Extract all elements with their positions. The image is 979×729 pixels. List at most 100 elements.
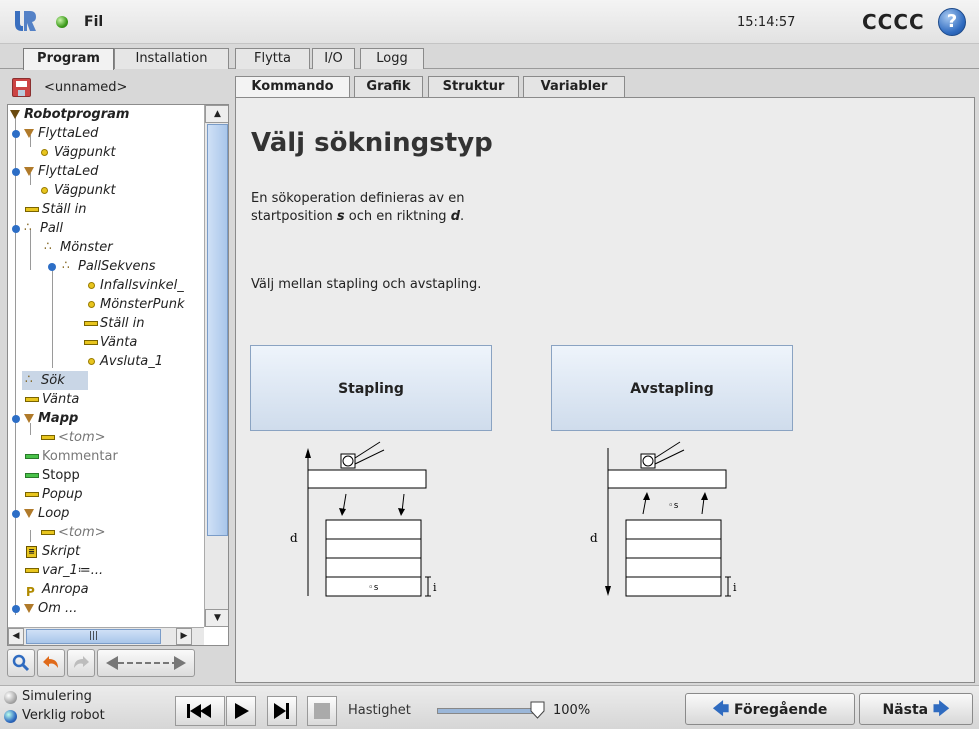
bottom-bar: Simulering Verklig robot Hastighet 100% … — [0, 685, 979, 729]
tab-struktur[interactable]: Struktur — [428, 76, 519, 98]
status-dot-icon — [56, 16, 68, 28]
expand-node-icon[interactable] — [12, 225, 20, 233]
comment-bar-icon — [25, 454, 39, 459]
choose-text: Välj mellan stapling och avstapling. — [251, 277, 482, 292]
search-icon[interactable] — [7, 649, 35, 677]
scroll-down-arrow-icon[interactable]: ▼ — [205, 609, 228, 627]
arrow-left-icon: 🡄 — [712, 699, 730, 718]
unstack-i-label: i — [733, 581, 737, 594]
call-flag-icon: P — [26, 585, 35, 599]
set-bar-icon — [41, 530, 55, 535]
radio-unselected-icon[interactable] — [4, 691, 17, 704]
undo-icon[interactable] — [37, 649, 65, 677]
redo-icon[interactable] — [67, 649, 95, 677]
description-text: En sökoperation definieras av en startpo… — [251, 191, 465, 224]
speed-slider-knob[interactable] — [530, 701, 545, 719]
tab-program[interactable]: Program — [23, 48, 114, 70]
sub-tabs: Kommando Grafik Struktur Variabler — [235, 76, 975, 98]
set-bar-icon — [84, 340, 98, 345]
set-bar-icon — [25, 207, 39, 212]
mode-simulation[interactable]: Simulering — [4, 689, 92, 704]
folder-triangle-icon — [24, 414, 34, 423]
tree-toolbar — [7, 649, 229, 679]
unstack-d-label: d — [590, 531, 598, 545]
tree-vertical-scrollbar[interactable]: ▲ ▼ — [204, 105, 228, 627]
command-panel: Välj sökningstyp En sökoperation definie… — [235, 97, 975, 683]
stack-d-label: d — [290, 531, 298, 545]
unstacking-diagram: d ◦s i — [590, 441, 737, 597]
stack-i-label: i — [433, 581, 437, 594]
expand-node-icon[interactable] — [12, 510, 20, 518]
stop-button[interactable] — [307, 696, 337, 726]
expand-node-icon[interactable] — [12, 605, 20, 613]
ur-logo-icon — [15, 11, 36, 31]
mode-real-robot[interactable]: Verklig robot — [4, 708, 105, 723]
set-bar-icon — [41, 435, 55, 440]
expand-node-icon[interactable] — [12, 168, 20, 176]
expand-node-icon[interactable] — [12, 130, 20, 138]
set-bar-icon — [25, 568, 39, 573]
horizontal-scroll-thumb[interactable]: ||| — [26, 629, 161, 644]
play-button[interactable] — [226, 696, 256, 726]
set-bar-icon — [84, 321, 98, 326]
tree-horizontal-scrollbar[interactable]: ◀ ||| ▶ — [8, 627, 204, 645]
waypoint-dot-icon — [41, 187, 48, 194]
move-triangle-icon — [24, 167, 34, 176]
pallet-dots-icon: ∴ — [44, 239, 52, 253]
tab-io[interactable]: I/O — [312, 48, 355, 69]
scroll-thumb[interactable] — [207, 124, 228, 536]
expand-node-icon[interactable] — [48, 263, 56, 271]
waypoint-dot-icon — [41, 149, 48, 156]
stop-bar-icon — [25, 473, 39, 478]
tab-grafik[interactable]: Grafik — [354, 76, 423, 98]
program-file-bar: <unnamed> — [8, 75, 228, 101]
step-button[interactable] — [267, 696, 297, 726]
tab-installation[interactable]: Installation — [114, 48, 229, 69]
set-bar-icon — [25, 397, 39, 402]
pallet-dots-icon: ∴ — [25, 372, 33, 386]
speed-slider-fill — [438, 709, 536, 713]
unstack-s-label: ◦s — [668, 501, 679, 511]
script-square-icon: ≡ — [26, 546, 37, 558]
page-title: Välj sökningstyp — [251, 128, 493, 158]
stack-button[interactable]: Stapling — [250, 345, 492, 431]
unstack-button[interactable]: Avstapling — [551, 345, 793, 431]
stack-s-label: ◦s — [368, 583, 379, 593]
next-button[interactable]: Nästa 🡆 — [859, 693, 973, 725]
collapse-triangle-icon — [10, 110, 20, 119]
skip-back-button[interactable] — [175, 696, 225, 726]
tab-kommando[interactable]: Kommando — [235, 76, 350, 98]
scroll-right-arrow-icon[interactable]: ▶ — [176, 628, 192, 645]
loop-triangle-icon — [24, 509, 34, 518]
pallet-dots-icon: ∴ — [62, 258, 70, 272]
tab-flytta[interactable]: Flytta — [235, 48, 310, 69]
help-icon[interactable]: ? — [938, 8, 966, 36]
waypoint-dot-icon — [88, 301, 95, 308]
previous-button[interactable]: 🡄 Föregående — [685, 693, 855, 725]
scroll-left-arrow-icon[interactable]: ◀ — [8, 628, 24, 645]
program-filename: <unnamed> — [44, 80, 128, 95]
move-arrows-icon[interactable] — [97, 649, 195, 677]
tab-logg[interactable]: Logg — [360, 48, 424, 69]
if-triangle-icon — [24, 604, 34, 613]
speed-slider[interactable] — [437, 708, 537, 714]
arrow-right-icon: 🡆 — [932, 699, 950, 718]
waypoint-dot-icon — [88, 358, 95, 365]
tree-item-sok[interactable]: ∴ Sök — [8, 371, 204, 390]
save-icon[interactable] — [12, 78, 31, 97]
speed-value: 100% — [553, 703, 591, 718]
main-tabs: Program Installation Flytta I/O Logg — [0, 44, 979, 70]
set-bar-icon — [25, 492, 39, 497]
tab-variabler[interactable]: Variabler — [523, 76, 625, 98]
expand-node-icon[interactable] — [12, 415, 20, 423]
stacking-diagram: d ◦s i — [290, 441, 437, 597]
scroll-up-arrow-icon[interactable]: ▲ — [205, 105, 228, 123]
top-bar: Fil 15:14:57 CCCC ? — [0, 0, 979, 44]
waypoint-dot-icon — [88, 282, 95, 289]
move-triangle-icon — [24, 129, 34, 138]
file-menu[interactable]: Fil — [84, 14, 103, 30]
speed-label: Hastighet — [348, 703, 411, 718]
program-tree[interactable]: Robotprogram FlyttaLed Vägpunkt FlyttaLe… — [7, 104, 229, 646]
robot-name: CCCC — [862, 10, 925, 34]
radio-selected-icon[interactable] — [4, 710, 17, 723]
